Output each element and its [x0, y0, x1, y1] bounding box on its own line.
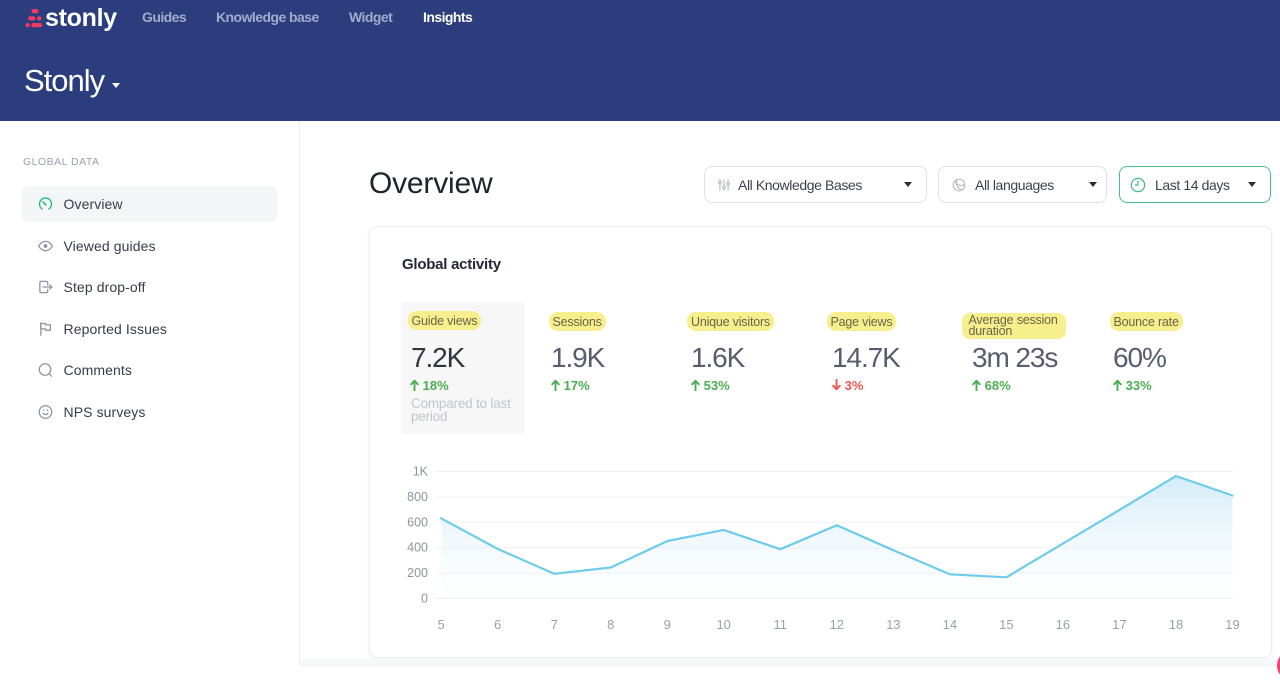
- svg-text:10: 10: [716, 617, 730, 632]
- svg-text:12: 12: [830, 617, 844, 632]
- svg-text:7: 7: [551, 617, 558, 632]
- svg-text:15: 15: [999, 617, 1013, 632]
- svg-text:16: 16: [1056, 617, 1070, 632]
- svg-text:11: 11: [774, 617, 788, 632]
- svg-text:800: 800: [407, 490, 428, 504]
- svg-text:400: 400: [407, 541, 428, 555]
- svg-text:8: 8: [607, 617, 614, 632]
- svg-text:13: 13: [886, 617, 900, 632]
- svg-text:600: 600: [407, 515, 428, 529]
- svg-text:18: 18: [1169, 617, 1183, 632]
- svg-text:0: 0: [421, 592, 428, 606]
- svg-text:200: 200: [407, 566, 428, 580]
- svg-text:1K: 1K: [413, 465, 429, 479]
- svg-text:14: 14: [943, 617, 957, 632]
- svg-text:19: 19: [1225, 617, 1239, 632]
- svg-text:9: 9: [664, 617, 671, 632]
- svg-text:17: 17: [1112, 617, 1126, 632]
- svg-text:6: 6: [494, 617, 501, 632]
- svg-text:5: 5: [437, 617, 444, 632]
